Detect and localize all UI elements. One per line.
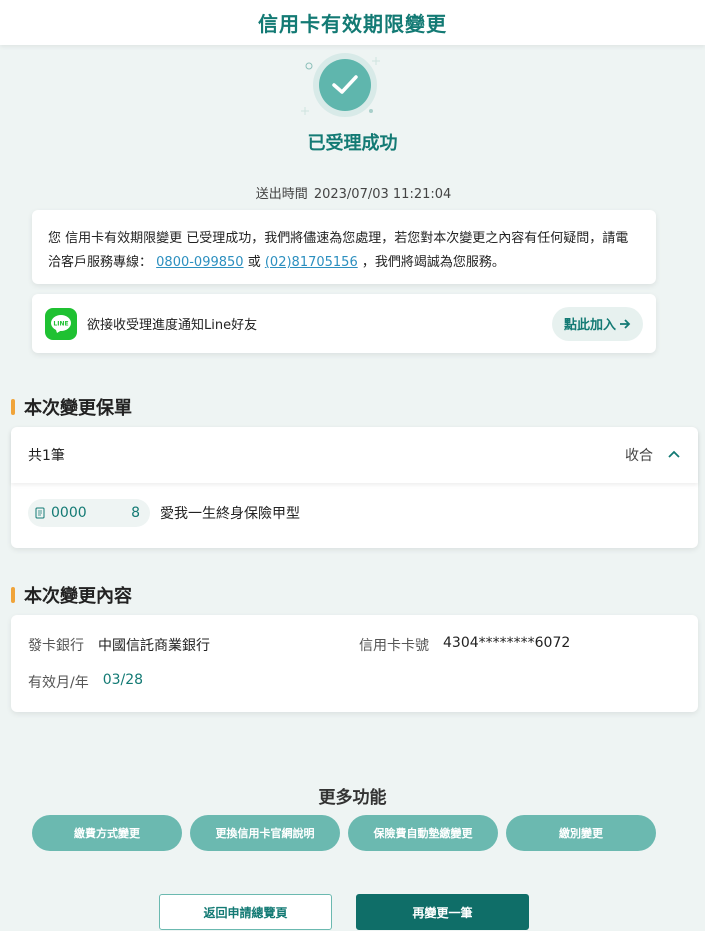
page-header: 信用卡有效期限變更 xyxy=(0,0,705,45)
expiry-field: 有效月/年 03/28 xyxy=(28,672,143,692)
content-section-title: 本次變更內容 xyxy=(11,582,132,608)
content-section-title-text: 本次變更內容 xyxy=(24,586,132,607)
submit-time: 送出時間 2023/07/03 11:21:04 xyxy=(0,183,705,202)
bank-label: 發卡銀行 xyxy=(28,638,84,654)
line-card: LINE 欲接收受理進度通知Line好友 點此加入 xyxy=(32,294,656,353)
policy-number-end: 8 xyxy=(131,505,140,521)
decor-plus-icon xyxy=(372,57,380,65)
line-notify-text: 欲接收受理進度通知Line好友 xyxy=(87,318,258,333)
page-title: 信用卡有效期限變更 xyxy=(258,12,447,36)
line-logo-text: LINE xyxy=(53,320,68,327)
line-join-label: 點此加入 xyxy=(563,317,616,332)
submit-time-label: 送出時間 xyxy=(255,187,308,202)
content-card: 發卡銀行 中國信託商業銀行 信用卡卡號 4304********6072 有效月… xyxy=(11,615,698,712)
auto-premium-loan-change-button[interactable]: 保險費自動墊繳變更 xyxy=(348,815,498,851)
payment-frequency-change-button[interactable]: 繳別變更 xyxy=(506,815,656,851)
document-icon xyxy=(35,507,45,519)
more-functions-title: 更多功能 xyxy=(318,788,387,808)
line-join-button[interactable]: 點此加入 xyxy=(551,306,643,341)
policy-count: 共1筆 xyxy=(28,448,65,464)
policy-number-badge: 0000 8 xyxy=(28,499,150,527)
collapse-label: 收合 xyxy=(625,448,653,464)
notice-or: 或 xyxy=(247,255,261,270)
section-accent-bar xyxy=(11,587,15,603)
expiry-label: 有效月/年 xyxy=(28,675,89,691)
chevron-up-icon xyxy=(668,450,680,458)
policy-section-title: 本次變更保單 xyxy=(11,394,132,420)
decor-dot-icon xyxy=(305,62,313,70)
collapse-toggle[interactable]: 收合 xyxy=(625,445,681,465)
card-number-value: 4304********6072 xyxy=(443,635,571,651)
payment-method-change-button[interactable]: 繳費方式變更 xyxy=(32,815,182,851)
decor-dot-icon xyxy=(369,109,373,113)
phone-link-1[interactable]: 0800-099850 xyxy=(156,255,243,270)
section-accent-bar xyxy=(11,399,15,415)
card-number-label: 信用卡卡號 xyxy=(359,638,429,654)
policy-card-header: 共1筆 收合 xyxy=(11,427,698,483)
policy-number-start: 0000 xyxy=(51,505,87,521)
change-another-button[interactable]: 再變更一筆 xyxy=(356,894,529,930)
notice-card: 您 信用卡有效期限變更 已受理成功，我們將儘速為您處理，若您對本次變更之內容有任… xyxy=(32,210,656,284)
notice-text-2: ，我們將竭誠為您服務。 xyxy=(361,255,505,270)
bank-field: 發卡銀行 中國信託商業銀行 xyxy=(28,635,210,655)
decor-plus-icon xyxy=(301,107,309,115)
back-to-overview-button[interactable]: 返回申請總覽頁 xyxy=(159,894,332,930)
arrow-right-icon xyxy=(620,318,631,329)
credit-card-change-guide-button[interactable]: 更換信用卡官網說明 xyxy=(190,815,340,851)
bank-value: 中國信託商業銀行 xyxy=(98,638,210,654)
policy-item: 0000 8 愛我一生終身保險甲型 xyxy=(11,483,698,527)
success-title: 已受理成功 xyxy=(307,133,398,154)
expiry-value: 03/28 xyxy=(102,672,144,688)
policy-name: 愛我一生終身保險甲型 xyxy=(160,506,300,522)
submit-time-value: 2023/07/03 11:21:04 xyxy=(313,187,452,202)
card-number-field: 信用卡卡號 4304********6072 xyxy=(359,635,570,655)
line-icon: LINE xyxy=(45,307,77,340)
policy-section-title-text: 本次變更保單 xyxy=(24,398,132,419)
phone-link-2[interactable]: (02)81705156 xyxy=(265,255,358,270)
check-icon xyxy=(319,59,371,111)
policy-card: 共1筆 收合 0000 8 愛我一生終身保險甲型 xyxy=(11,427,698,548)
